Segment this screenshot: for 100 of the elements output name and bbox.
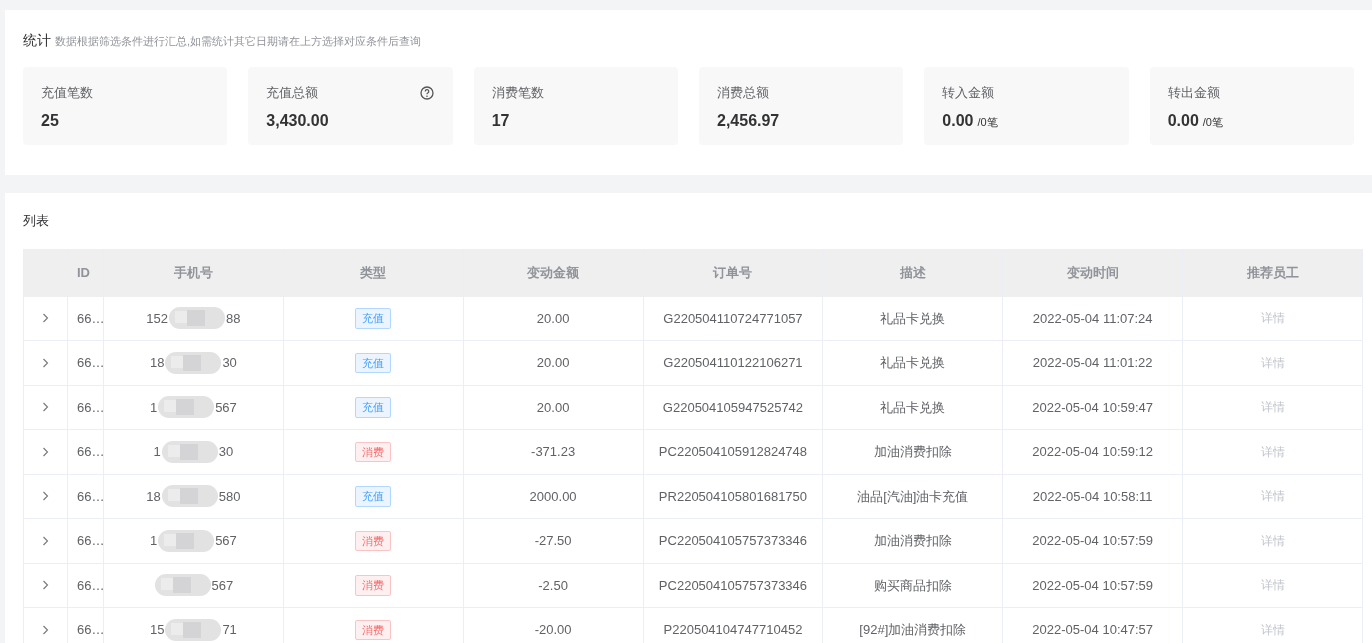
type-tag: 充值: [355, 486, 392, 507]
section-title: 列表: [23, 212, 49, 230]
table-cell-text: 20.00: [536, 354, 570, 372]
table-cell-text: 2022-05-04 10:57:59: [1032, 576, 1154, 595]
column-header: 订单号: [713, 263, 753, 282]
table-cell-text: 66…: [76, 309, 103, 328]
section-hint: 数据根据筛选条件进行汇总,如需统计其它日期请在上方选择对应条件后查询: [55, 34, 422, 49]
table-cell-text: 2022-05-04 11:07:24: [1032, 309, 1153, 328]
table-cell-text: -371.23: [531, 443, 576, 461]
stat-value: 0.00: [942, 110, 974, 131]
table-cell-text: 20.00: [536, 398, 570, 417]
type-tag: 消费: [355, 530, 392, 551]
table-cell-text: 15: [149, 621, 165, 639]
expand-chevron-icon[interactable]: [42, 624, 49, 635]
column-header: 变动时间: [1066, 263, 1119, 282]
table-cell-text: 2022-05-04 10:59:47: [1032, 398, 1154, 417]
stat-unit: /0笔: [1202, 114, 1223, 130]
table-cell-text: PC220504105757373346: [658, 532, 808, 550]
type-tag: 消费: [355, 575, 392, 596]
column-header: 变动金额: [527, 263, 580, 282]
table-cell-text: 66…: [76, 398, 103, 417]
blurred-patch: [165, 616, 222, 643]
table-cell-text: G220504105947525742: [662, 398, 804, 417]
table-cell-text: G220504110122106271: [663, 354, 803, 372]
table-cell-text: 2022-05-04 10:47:57: [1032, 621, 1154, 639]
table-cell-text: PR220504105801681750: [658, 487, 808, 506]
stat-value: 3,430.00: [266, 110, 329, 131]
stat-value: 0.00: [1167, 110, 1199, 131]
details-link[interactable]: 详情: [1260, 353, 1285, 372]
table-cell-text: 30: [222, 354, 237, 372]
table-cell-text: [92#]加油消费扣除: [859, 621, 967, 639]
table-cell-text: 567: [215, 532, 237, 550]
table-cell-text: 礼品卡兑换: [880, 398, 946, 417]
table-cell-text: 66…: [76, 354, 103, 372]
details-link[interactable]: 详情: [1260, 487, 1285, 506]
details-link[interactable]: 详情: [1260, 442, 1285, 461]
expand-chevron-icon[interactable]: [42, 446, 49, 457]
blurred-patch: [154, 572, 211, 599]
section-title: 统计: [23, 31, 51, 50]
table-cell-text: 66…: [76, 443, 103, 461]
help-icon[interactable]: [419, 86, 434, 100]
blurred-patch: [165, 349, 222, 376]
blurred-patch: [169, 305, 225, 332]
stat-value: 25: [41, 110, 59, 131]
expand-chevron-icon[interactable]: [42, 313, 49, 324]
table-cell-text: 1: [153, 443, 161, 461]
table-cell-text: 加油消费扣除: [873, 532, 952, 550]
blurred-patch: [161, 483, 218, 510]
expand-chevron-icon[interactable]: [42, 357, 49, 368]
expand-chevron-icon[interactable]: [42, 491, 49, 502]
table-cell-text: 2022-05-04 10:59:12: [1032, 443, 1154, 461]
table-cell-text: 66…: [76, 532, 103, 550]
stat-label: 消费笔数: [491, 84, 544, 102]
stat-label: 充值总额: [266, 84, 319, 102]
table-cell-text: 20.00: [536, 309, 570, 328]
details-link[interactable]: 详情: [1260, 620, 1285, 639]
table-cell-text: G220504110724771057: [663, 309, 803, 328]
table-cell-text: 礼品卡兑换: [880, 354, 946, 372]
table-cell-text: 71: [222, 621, 237, 639]
stat-unit: /0笔: [977, 114, 998, 130]
table-cell-text: 购买商品扣除: [873, 576, 952, 595]
blurred-patch: [158, 394, 215, 421]
table-cell-text: PC220504105757373346: [658, 576, 808, 595]
type-tag: 充值: [355, 308, 392, 329]
stat-value: 2,456.97: [717, 110, 780, 131]
table-cell-text: P220504104747710452: [663, 621, 803, 639]
table-cell-text: 66…: [76, 487, 103, 506]
type-tag: 消费: [355, 441, 392, 462]
table-cell-text: 567: [211, 576, 234, 595]
table-cell-text: 2000.00: [529, 487, 577, 506]
table-cell-text: 88: [226, 309, 241, 328]
table-cell-text: 152: [146, 309, 168, 328]
expand-chevron-icon[interactable]: [42, 580, 49, 591]
table-cell-text: -20.00: [534, 621, 572, 639]
details-link[interactable]: 详情: [1260, 398, 1285, 417]
table-cell-text: 2022-05-04 10:57:59: [1032, 532, 1154, 550]
type-tag: 消费: [355, 619, 392, 640]
column-header: 类型: [360, 263, 387, 282]
expand-chevron-icon[interactable]: [42, 535, 49, 546]
table-cell-text: 2022-05-04 11:01:22: [1032, 354, 1153, 372]
table-cell-text: 66…: [76, 621, 103, 639]
blurred-patch: [158, 527, 215, 554]
table-cell-text: PC220504105912824748: [658, 443, 808, 461]
column-header: ID: [76, 263, 90, 282]
blurred-patch: [161, 438, 218, 465]
details-link[interactable]: 详情: [1260, 576, 1285, 595]
column-header: 手机号: [173, 263, 213, 282]
table-cell-text: 1: [149, 532, 158, 550]
expand-chevron-icon[interactable]: [42, 402, 49, 413]
stat-value: 17: [491, 110, 510, 131]
stat-label: 转入金额: [942, 84, 995, 102]
table-cell-text: 567: [215, 398, 237, 417]
table-cell-text: 66…: [76, 576, 103, 595]
type-tag: 充值: [355, 352, 392, 373]
stat-label: 消费总额: [717, 84, 769, 102]
stat-label: 转出金额: [1167, 84, 1220, 102]
table-cell-text: 580: [218, 487, 241, 506]
details-link[interactable]: 详情: [1260, 309, 1285, 328]
details-link[interactable]: 详情: [1260, 531, 1285, 550]
table-cell-text: 1: [149, 398, 158, 417]
